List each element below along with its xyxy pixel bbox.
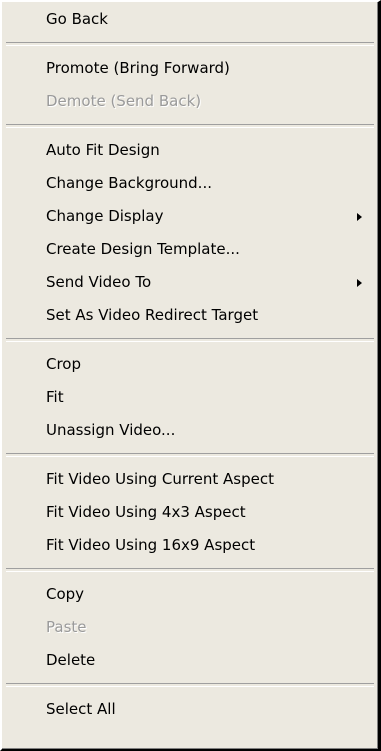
menu-item-unassign-video[interactable]: Unassign Video...	[2, 414, 378, 447]
menu-item-fit[interactable]: Fit	[2, 381, 378, 414]
context-menu: Go Back Promote (Bring Forward) Demote (…	[0, 0, 381, 751]
menu-item-promote[interactable]: Promote (Bring Forward)	[2, 52, 378, 85]
menu-item-demote: Demote (Send Back)	[46, 92, 202, 110]
menu-item-delete[interactable]: Delete	[2, 644, 378, 677]
menu-separator	[6, 683, 374, 687]
menu-item-fit-current-aspect[interactable]: Fit Video Using Current Aspect	[2, 463, 378, 496]
menu-item-fit-16x9-aspect[interactable]: Fit Video Using 16x9 Aspect	[2, 529, 378, 562]
menu-item-label: Change Display	[46, 207, 164, 225]
menu-item-paste: Paste	[46, 618, 87, 636]
menu-separator	[6, 124, 374, 128]
submenu-arrow-icon	[357, 279, 362, 287]
menu-separator	[6, 338, 374, 342]
menu-item-create-design-template[interactable]: Create Design Template...	[2, 233, 378, 266]
menu-separator	[6, 42, 374, 46]
menu-item-auto-fit-design[interactable]: Auto Fit Design	[2, 134, 378, 167]
menu-item-select-all[interactable]: Select All	[2, 693, 378, 726]
menu-separator	[6, 453, 374, 457]
menu-item-label: Send Video To	[46, 273, 152, 291]
menu-item-copy[interactable]: Copy	[2, 578, 378, 611]
menu-item-send-video-to[interactable]: Send Video To	[2, 266, 378, 299]
menu-item-set-video-redirect-target[interactable]: Set As Video Redirect Target	[2, 299, 378, 332]
menu-item-change-background[interactable]: Change Background...	[2, 167, 378, 200]
menu-item-fit-4x3-aspect[interactable]: Fit Video Using 4x3 Aspect	[2, 496, 378, 529]
menu-separator	[6, 568, 374, 572]
menu-item-change-display[interactable]: Change Display	[2, 200, 378, 233]
menu-item-crop[interactable]: Crop	[2, 348, 378, 381]
submenu-arrow-icon	[357, 213, 362, 221]
menu-item-go-back[interactable]: Go Back	[2, 3, 378, 36]
